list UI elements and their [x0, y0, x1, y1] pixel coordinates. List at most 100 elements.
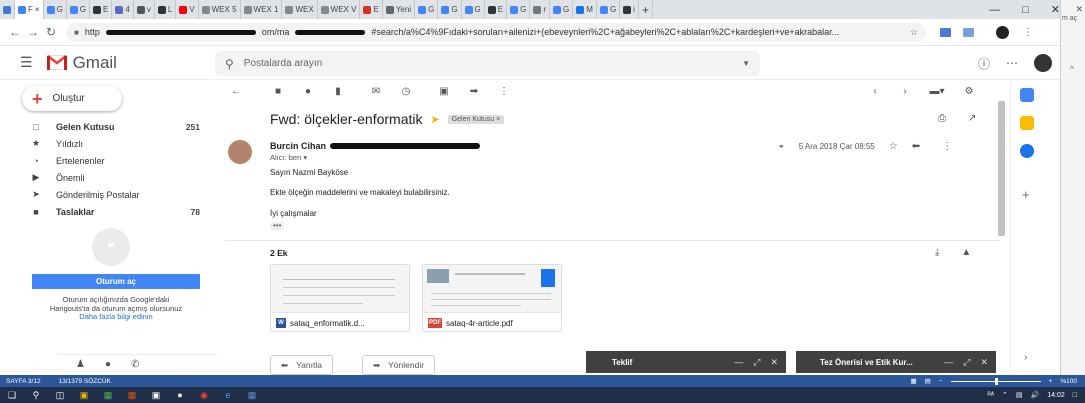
word-icon[interactable]: ▦: [240, 387, 264, 403]
background-close-icon[interactable]: ✕: [1061, 0, 1085, 15]
move-to-icon[interactable]: ➡: [463, 86, 485, 97]
read-mode-icon[interactable]: ▦: [910, 377, 916, 385]
help-icon[interactable]: ⓘ: [978, 55, 990, 72]
browser-tab[interactable]: G: [44, 0, 67, 19]
newer-icon[interactable]: ‹: [864, 86, 886, 97]
keep-icon[interactable]: [1020, 116, 1034, 130]
chat-bubble-icon[interactable]: ●: [105, 359, 111, 370]
browser-tab[interactable]: G: [415, 0, 439, 19]
browser-tab[interactable]: E: [90, 0, 113, 19]
add-to-tasks-icon[interactable]: ▣: [433, 86, 455, 97]
scroll-up-icon[interactable]: ^: [1070, 65, 1074, 74]
search-input[interactable]: ⚲ Postalarda arayın ▼: [215, 51, 760, 76]
tray-chevron-icon[interactable]: ⌃: [1002, 391, 1008, 399]
search-icon[interactable]: ⚲: [225, 57, 234, 71]
close-tab-icon[interactable]: ×: [35, 5, 40, 14]
inbox-label-chip[interactable]: Gelen Kutusu ×: [447, 114, 505, 124]
browser-tab[interactable]: G: [438, 0, 462, 19]
mark-unread-icon[interactable]: ✉: [365, 86, 387, 97]
store-icon[interactable]: ▣: [144, 387, 168, 403]
network-icon[interactable]: ▤: [1016, 391, 1023, 399]
extension-icon[interactable]: [940, 27, 951, 37]
sidebar-item[interactable]: ▶ Önemli: [30, 169, 200, 186]
expand-panel-icon[interactable]: ›: [1024, 352, 1027, 363]
bookmark-star-icon[interactable]: ☆: [910, 27, 918, 38]
print-icon[interactable]: ⎙: [938, 113, 946, 124]
message-more-icon[interactable]: ⋮: [942, 141, 952, 152]
sidebar-item[interactable]: ➤ Gönderilmiş Postalar: [30, 186, 200, 203]
new-tab-button[interactable]: +: [639, 0, 653, 19]
main-menu-icon[interactable]: ☰: [20, 54, 33, 71]
snooze-icon[interactable]: ◷: [395, 86, 417, 97]
tab-strip-start-icon[interactable]: [0, 0, 15, 19]
extension-icon[interactable]: [963, 27, 974, 37]
task-view-icon[interactable]: ◫: [48, 387, 72, 403]
browser-tab[interactable]: L: [155, 0, 177, 19]
phone-icon[interactable]: ✆: [131, 359, 139, 370]
close-chat-icon[interactable]: ✕: [770, 357, 778, 368]
gmail-logo[interactable]: Gmail: [46, 53, 117, 73]
zoom-level[interactable]: %100: [1060, 378, 1077, 385]
windows-start-icon[interactable]: ❏: [0, 387, 24, 403]
chrome-icon[interactable]: ◉: [192, 387, 216, 403]
browser-tab[interactable]: Yeni: [383, 0, 416, 19]
close-window-button[interactable]: ✕: [1051, 3, 1060, 16]
volume-icon[interactable]: 🔊: [1031, 391, 1040, 399]
attachment-card[interactable]: PDF sataq-4r-article.pdf: [422, 264, 562, 332]
browser-tab[interactable]: v: [134, 0, 155, 19]
minimize-button[interactable]: —: [989, 4, 1000, 16]
add-addon-icon[interactable]: +: [1022, 187, 1030, 202]
back-to-inbox-icon[interactable]: ←: [225, 86, 247, 97]
browser-tab[interactable]: V: [176, 0, 199, 19]
browser-tab[interactable]: G: [507, 0, 531, 19]
profile-icon[interactable]: [996, 25, 1009, 39]
message-scrollbar[interactable]: [998, 101, 1005, 236]
page-indicator[interactable]: SAYFA 3/12: [6, 378, 41, 385]
print-layout-icon[interactable]: ▤: [925, 377, 931, 385]
sender-avatar[interactable]: [228, 140, 252, 164]
input-tools-icon[interactable]: ▬▾: [926, 86, 948, 97]
sender-name[interactable]: Burcin Cihan: [270, 141, 326, 151]
address-bar[interactable]: ■ http om/ma #search/a%C4%9Fıdaki+sorula…: [66, 22, 926, 42]
expand-chat-icon[interactable]: ⤢: [753, 357, 760, 368]
forward-button[interactable]: ➡ Yönlendir: [362, 355, 436, 375]
minimize-chat-icon[interactable]: —: [944, 357, 953, 368]
account-avatar[interactable]: [1034, 54, 1052, 72]
browser-tab[interactable]: WEX 1: [241, 0, 283, 19]
excel-icon[interactable]: ▦: [96, 387, 120, 403]
older-icon[interactable]: ›: [894, 86, 916, 97]
browser-tab[interactable]: r: [530, 0, 551, 19]
word-count[interactable]: 13/1379 SÖZCÜK: [59, 378, 111, 385]
attachment-card[interactable]: W sataq_enformatik.d...: [270, 264, 410, 332]
save-to-drive-icon[interactable]: ▲: [961, 247, 971, 258]
more-actions-icon[interactable]: ⋮: [493, 86, 515, 97]
settings-gear-icon[interactable]: ⚙: [958, 86, 980, 97]
browser-tab[interactable]: E: [485, 0, 508, 19]
media-icon[interactable]: ●: [168, 387, 192, 403]
zoom-in-icon[interactable]: +: [1049, 378, 1053, 385]
chat-window[interactable]: Tez Önerisi ve Etik Kur... — ⤢ ✕: [796, 351, 996, 373]
person-icon[interactable]: ♟: [76, 359, 85, 370]
report-spam-icon[interactable]: ●: [297, 86, 319, 97]
close-chat-icon[interactable]: ✕: [980, 357, 988, 368]
browser-tab[interactable]: G: [462, 0, 485, 19]
browser-tab[interactable]: G: [67, 0, 91, 19]
zoom-slider[interactable]: [950, 377, 1041, 385]
sidebar-item[interactable]: ■ Taslaklar 78: [30, 203, 200, 220]
hangouts-learn-more-link[interactable]: Daha fazla bilgi edinin: [32, 312, 200, 322]
powerpoint-icon[interactable]: ▦: [120, 387, 144, 403]
sidebar-item[interactable]: ◔ Ertelenenler: [30, 152, 200, 169]
clock-time[interactable]: 14:02: [1047, 392, 1065, 399]
minimize-chat-icon[interactable]: —: [734, 357, 743, 368]
reply-button[interactable]: ⬅ Yanıtla: [270, 355, 333, 375]
compose-button[interactable]: + Oluştur: [22, 86, 122, 111]
browser-tab[interactable]: E: [360, 0, 383, 19]
chat-window[interactable]: Teklif — ⤢ ✕: [586, 351, 786, 373]
reload-icon[interactable]: ↻: [42, 25, 60, 39]
hangouts-signin-button[interactable]: Oturum aç: [32, 274, 200, 289]
maximize-button[interactable]: □: [1022, 4, 1029, 16]
forward-icon[interactable]: →: [24, 25, 42, 39]
back-icon[interactable]: ←: [6, 25, 24, 39]
zoom-out-icon[interactable]: −: [939, 378, 943, 385]
browser-tab[interactable]: i: [620, 0, 639, 19]
